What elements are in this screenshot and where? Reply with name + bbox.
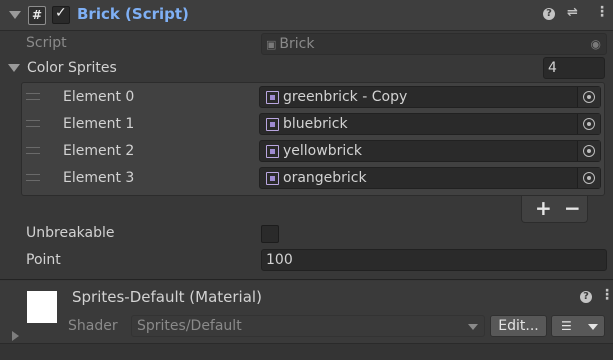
fold-toggle-icon[interactable]	[9, 11, 21, 19]
script-picker-icon: ◉	[590, 37, 601, 51]
object-picker-icon	[583, 172, 595, 184]
script-file-icon: ▣	[266, 38, 277, 51]
shader-dropdown-value: Sprites/Default	[137, 318, 242, 334]
list-icon: ☰	[561, 319, 572, 333]
material-help-icon[interactable]: ?	[580, 291, 592, 303]
color-sprites-label[interactable]: Color Sprites	[27, 60, 117, 76]
element-value: greenbrick - Copy	[283, 89, 408, 105]
remove-element-button[interactable]: −	[564, 197, 581, 219]
preset-icon[interactable]: ⇌	[567, 5, 578, 20]
unbreakable-checkbox[interactable]	[261, 225, 279, 243]
element-object-field[interactable]: yellowbrick	[259, 140, 601, 162]
sprite-icon	[266, 118, 279, 131]
shader-dropdown[interactable]: Sprites/Default	[131, 315, 485, 337]
material-title[interactable]: Sprites-Default (Material)	[72, 288, 262, 306]
drag-handle-icon[interactable]	[26, 147, 40, 154]
shader-list-button[interactable]: ☰	[551, 315, 605, 337]
element-label: Element 3	[63, 170, 135, 186]
element-object-field[interactable]: orangebrick	[259, 167, 601, 189]
object-picker-button[interactable]	[577, 141, 600, 161]
object-picker-icon	[583, 91, 595, 103]
material-preview	[27, 291, 57, 323]
component-title[interactable]: Brick (Script)	[77, 5, 189, 23]
element-value: bluebrick	[283, 116, 348, 132]
bottom-bar	[0, 343, 613, 360]
drag-handle-icon[interactable]	[26, 120, 40, 127]
color-sprites-fold-icon[interactable]	[8, 64, 20, 72]
object-picker-button[interactable]	[577, 114, 600, 134]
object-picker-icon	[583, 118, 595, 130]
element-label: Element 1	[63, 116, 135, 132]
sprite-icon	[266, 172, 279, 185]
chevron-down-icon	[468, 324, 478, 330]
script-field-value: Brick	[279, 36, 315, 52]
object-picker-icon	[583, 145, 595, 157]
script-label: Script	[26, 35, 67, 51]
help-icon[interactable]: ?	[543, 8, 555, 20]
more-icon[interactable]: ⋮	[595, 4, 609, 20]
unbreakable-label: Unbreakable	[26, 225, 115, 241]
point-label: Point	[26, 252, 61, 268]
list-add-remove-box: + −	[521, 196, 588, 223]
script-field: ▣ Brick ◉	[261, 33, 607, 55]
shader-label: Shader	[68, 318, 118, 334]
object-picker-button[interactable]	[577, 168, 600, 188]
element-object-field[interactable]: greenbrick - Copy	[259, 86, 601, 108]
sprite-icon	[266, 91, 279, 104]
element-value: orangebrick	[283, 170, 367, 186]
add-element-button[interactable]: +	[535, 197, 552, 219]
element-value: yellowbrick	[283, 143, 363, 159]
material-expand-icon[interactable]	[12, 331, 19, 341]
color-sprites-size-input[interactable]: 4	[543, 57, 605, 79]
material-more-icon[interactable]: ⋮	[600, 287, 613, 303]
edit-shader-button[interactable]: Edit...	[490, 315, 547, 337]
component-enabled-checkbox[interactable]	[52, 5, 70, 24]
element-label: Element 0	[63, 89, 135, 105]
drag-handle-icon[interactable]	[26, 93, 40, 100]
sprite-icon	[266, 145, 279, 158]
section-divider	[0, 279, 613, 280]
object-picker-button[interactable]	[577, 87, 600, 107]
chevron-down-icon	[588, 324, 598, 330]
drag-handle-icon[interactable]	[26, 174, 40, 181]
element-label: Element 2	[63, 143, 135, 159]
point-input[interactable]: 100	[261, 249, 607, 271]
script-icon: #	[28, 6, 46, 25]
element-object-field[interactable]: bluebrick	[259, 113, 601, 135]
